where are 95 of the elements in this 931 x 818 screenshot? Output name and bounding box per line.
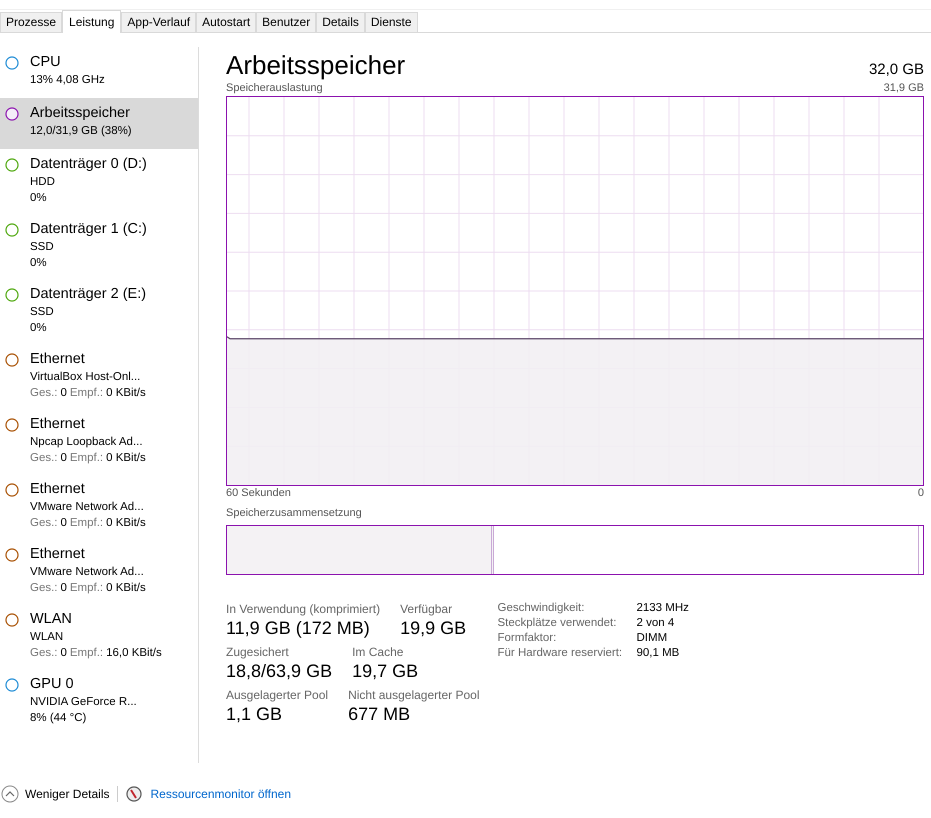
sidebar-item-title: Ethernet [30,350,86,369]
throughput-label: Empf.: [70,516,104,531]
sidebar-item[interactable]: Ethernet Npcap Loopback Ad... Ges.: 0 Empf.: 0 KBit/s [0,408,198,474]
detail-value: 90,1 MB [636,646,680,659]
detail-value: DIMM [636,632,668,644]
less-details-button[interactable]: Weniger Details [1,785,110,804]
throughput-value: 0 KBit/s [106,386,146,401]
throughput-label: Ges.: [30,580,58,596]
stat-label: Ausgelagerter Pool [226,688,328,702]
stat-label: Im Cache [352,644,404,659]
composition-label: Speicherzusammensetzung [226,507,362,520]
detail-label: Steckplätze verwendet: [498,616,618,629]
throughput-value: 0 KBit/s [106,516,146,531]
stat-value: 1,1 GB [226,702,284,726]
sidebar-item-detail: 13% 4,08 GHz [30,72,105,88]
stat-value: 18,8/63,9 GB [226,660,332,683]
sidebar-item-detail: HDD [30,174,56,190]
sidebar-item-detail: VMware Network Ad... [30,500,145,515]
sidebar-item-title: Datenträger 1 (C:) [30,220,147,239]
throughput-value: 0 [60,450,67,466]
throughput-value: 0 KBit/s [106,580,146,596]
sidebar-item-detail: SSD [30,240,55,255]
sidebar-item-title: Arbeitsspeicher [30,104,131,123]
sidebar-item-detail: WLAN [30,630,64,645]
stat-value: 11,9 GB (172 MB) [226,616,371,640]
tab[interactable]: Leistung [62,10,122,33]
tab[interactable]: Benutzer [256,12,316,32]
sidebar-item[interactable]: WLAN WLAN Ges.: 0 Empf.: 16,0 KBit/s [0,604,198,669]
sidebar-item-title: Datenträger 2 (E:) [30,284,146,304]
sidebar-item-detail: VMware Network Ad... [30,564,145,580]
detail-value: 2133 MHz [636,602,689,614]
throughput-label: Ges.: [30,646,58,661]
sidebar-item-title: GPU 0 [30,674,75,694]
throughput-label: Ges.: [30,516,58,531]
axis-label: 0 [918,487,924,500]
collapse-icon [1,785,19,804]
throughput-value: 0 [60,580,67,596]
page-title: Arbeitsspeicher [226,50,406,81]
throughput-value: 0 [60,646,67,661]
sidebar-item-title: WLAN [30,610,73,629]
throughput-value: 0 KBit/s [106,450,146,466]
sidebar-item[interactable]: Ethernet VMware Network Ad... Ges.: 0 Empf.: 0 KBit/s [0,538,198,604]
stat-label: Nicht ausgelagerter Pool [348,688,480,702]
throughput-label: Empf.: [70,386,104,401]
resource-monitor-link[interactable]: Ressourcenmonitor öffnen [150,787,292,802]
detail-label: Formfaktor: [498,632,558,644]
stat-value: 19,7 GB [352,660,418,683]
detail-label: Für Hardware reserviert: [498,646,624,659]
throughput-value: 0 [60,386,67,401]
tab[interactable]: Details [316,12,365,32]
sidebar-item-detail: SSD [30,304,55,320]
sidebar-item-title: Ethernet [30,480,86,499]
throughput-label: Ges.: [30,386,58,401]
throughput-label: Empf.: [70,580,104,596]
throughput-label: Empf.: [70,646,104,661]
sidebar-item[interactable]: Datenträger 0 (D:) HDD 0% [0,148,198,214]
detail-label: Geschwindigkeit: [498,602,586,614]
sidebar-item-title: Datenträger 0 (D:) [30,154,147,174]
sidebar-item-detail: 8% (44 °C) [30,710,88,726]
sidebar-item[interactable]: CPU 13% 4,08 GHz [0,46,198,98]
sidebar-item-detail: NVIDIA GeForce R... [30,694,137,710]
tab[interactable]: App-Verlauf [121,12,196,32]
axis-label: 60 Sekunden [226,487,291,500]
throughput-label: Ges.: [30,450,58,466]
sidebar-item[interactable]: Arbeitsspeicher 12,0/31,9 GB (38%) [0,98,198,149]
graph-max-label: 31,9 GB [884,82,924,94]
sidebar-item[interactable]: GPU 0 NVIDIA GeForce R... 8% (44 °C) [0,668,198,734]
stat-label: Verfügbar [400,602,454,616]
tab[interactable]: Dienste [364,12,418,32]
detail-value: 2 von 4 [636,616,676,629]
stat-value: 677 MB [348,702,412,726]
throughput-value: 16,0 KBit/s [106,646,162,661]
graph-label: Speicherauslastung [226,82,323,94]
sidebar-item-detail: 0% [30,256,48,271]
sidebar-item-detail: VirtualBox Host-Onl... [30,370,142,385]
sidebar-item[interactable]: Ethernet VMware Network Ad... Ges.: 0 Empf.: 0 KBit/s [0,474,198,539]
sidebar-item-detail: 0% [30,320,48,336]
tab[interactable]: Autostart [196,12,256,32]
sidebar-item-detail: 0% [30,190,48,206]
stat-label: In Verwendung (komprimiert) [226,602,380,616]
stat-value: 19,9 GB [400,616,466,640]
sidebar-item[interactable]: Ethernet VirtualBox Host-Onl... Ges.: 0 Empf.: 0 KBit/s [0,344,198,409]
stat-label: Zugesichert [226,644,290,659]
gauge-icon [126,786,142,802]
sidebar-item-title: Ethernet [30,414,86,434]
sidebar-item-detail: Npcap Loopback Ad... [30,434,144,450]
total-memory: 32,0 GB [868,60,924,80]
tab[interactable]: Prozesse [0,12,62,32]
sidebar-item[interactable]: Datenträger 2 (E:) SSD 0% [0,278,198,344]
sidebar-item-title: Ethernet [30,544,86,564]
throughput-label: Empf.: [70,450,104,466]
throughput-value: 0 [60,516,67,531]
sidebar-item[interactable]: Datenträger 1 (C:) SSD 0% [0,214,198,279]
sidebar-item-title: CPU [30,52,62,72]
sidebar-item-detail: 12,0/31,9 GB (38%) [30,124,132,139]
